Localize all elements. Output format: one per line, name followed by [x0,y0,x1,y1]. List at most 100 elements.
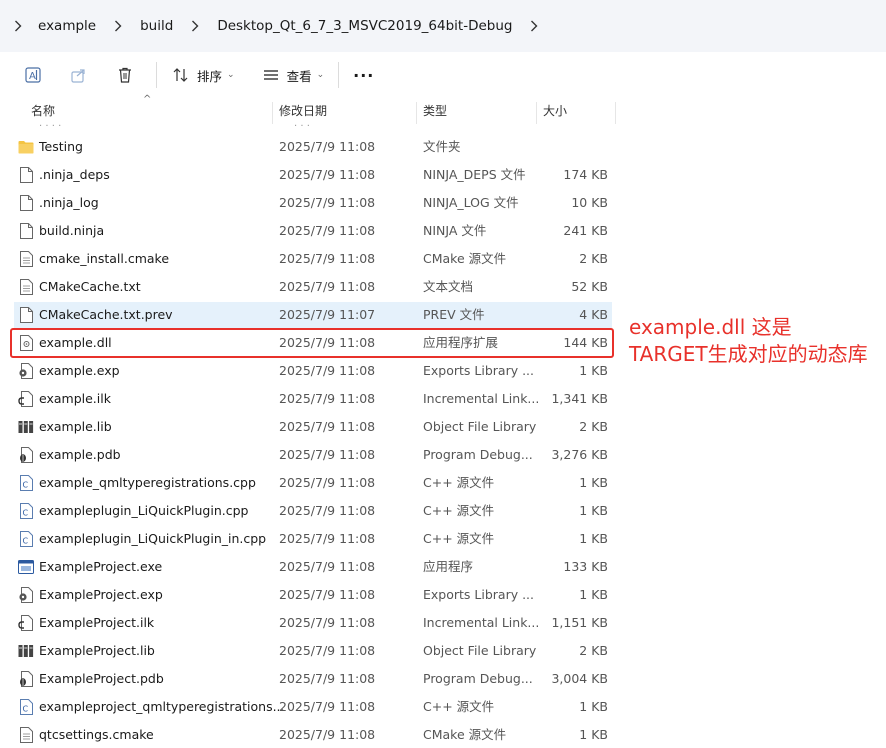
file-row[interactable]: ExampleProject.exp 2025/7/9 11:08 Exports … [14,582,612,608]
file-size: 3,276 KB [551,447,608,462]
rename-icon: A [23,65,43,85]
chevron-down-icon: ⌄ [316,70,325,80]
file-size: 174 KB [563,167,608,182]
file-date: 2025/7/9 11:08 [279,279,376,294]
more-options-button[interactable]: ··· [353,59,374,91]
file-size: 1,151 KB [551,615,608,630]
file-row[interactable]: Cexampleplugin_LiQuickPlugin.cpp 2025/7/9… [14,498,612,524]
command-toolbar: A 排序 ⌄ 查看 ⌄ ··· [0,52,886,98]
exe-icon [18,559,34,575]
breadcrumb-item-example[interactable]: example [34,14,100,38]
debug-file-icon [18,447,34,463]
sort-icon [171,65,191,85]
gear-file-icon [18,363,34,379]
file-name: example.exp [39,363,120,378]
file-name: example.ilk [39,391,111,406]
file-row[interactable]: Cexample_qmltyperegistrations.cpp 2025/7/… [14,470,612,496]
view-list-icon [261,65,281,85]
file-row[interactable]: ExampleProject.lib 2025/7/9 11:08 Object F… [14,638,612,664]
partially-hidden-row: . . . . . . . . [14,119,612,127]
file-size: 1,341 KB [551,391,608,406]
chevron-right-icon[interactable] [191,20,199,32]
file-size: 1 KB [579,363,608,378]
file-type: CMake 源文件 [423,727,507,742]
file-date: 2025/7/9 11:08 [279,447,376,462]
link-file-icon [18,391,34,407]
breadcrumb: example build Desktop_Qt_6_7_3_MSVC2019_… [0,0,886,53]
file-name: example.pdb [39,447,121,462]
file-size: 52 KB [571,279,608,294]
file-row[interactable]: CMakeCache.txt 2025/7/9 11:08 文本文档 52 KB [14,274,612,300]
view-button[interactable]: 查看 ⌄ [261,59,325,91]
file-date: 2025/7/9 11:07 [279,307,376,322]
file-row[interactable]: example.pdb 2025/7/9 11:08 Program Debug..… [14,442,612,468]
file-name: Testing [39,139,83,154]
folder-icon [18,139,34,155]
file-icon [18,195,34,211]
file-type: 应用程序 [423,559,474,574]
file-icon [18,167,34,183]
file-row[interactable]: .ninja_deps 2025/7/9 11:08 NINJA_DEPS 文件 17… [14,162,612,188]
file-name: build.ninja [39,223,105,238]
file-size: 4 KB [579,307,608,322]
file-name: cmake_install.cmake [39,251,170,266]
chevron-right-icon[interactable] [530,20,538,32]
file-row[interactable]: .ninja_log 2025/7/9 11:08 NINJA_LOG 文件 10 K… [14,190,612,216]
file-row[interactable]: qtcsettings.cmake 2025/7/9 11:08 CMake 源文件… [14,722,612,748]
file-date: 2025/7/9 11:08 [279,587,376,602]
file-date: 2025/7/9 11:08 [279,699,376,714]
text-file-icon [18,727,34,743]
file-date: 2025/7/9 11:08 [279,531,376,546]
svg-text:C: C [22,481,28,490]
text-file-icon [18,279,34,295]
cpp-file-icon: C [18,531,34,547]
cpp-file-icon: C [18,503,34,519]
breadcrumb-item-current-folder[interactable]: Desktop_Qt_6_7_3_MSVC2019_64bit-Debug [213,14,516,38]
file-row[interactable]: cmake_install.cmake 2025/7/9 11:08 CMake 源… [14,246,612,272]
file-row[interactable]: Testing 2025/7/9 11:08 文件夹 [14,134,612,160]
file-name: example.lib [39,419,112,434]
highlight-box [10,328,614,358]
file-row[interactable]: ExampleProject.ilk 2025/7/9 11:08 Incremen… [14,610,612,636]
column-divider[interactable] [615,102,616,124]
file-row[interactable]: CMakeCache.txt.prev 2025/7/9 11:07 PREV 文件… [14,302,612,328]
file-name: .ninja_log [39,195,99,210]
delete-button[interactable] [114,59,136,91]
file-row[interactable]: Cexampleplugin_LiQuickPlugin_in.cpp 2025/… [14,526,612,552]
sort-button[interactable]: 排序 ⌄ [171,59,235,91]
file-date: 2025/7/9 11:08 [279,419,376,434]
chevron-right-icon[interactable] [114,20,122,32]
file-row[interactable]: ExampleProject.pdb 2025/7/9 11:08 Program … [14,666,612,692]
file-name: ExampleProject.exe [39,559,163,574]
file-name: example_qmltyperegistrations.cpp [39,475,256,490]
file-name: ExampleProject.ilk [39,615,155,630]
file-row[interactable]: Cexampleproject_qmltyperegistrations... 2… [14,694,612,720]
file-date: 2025/7/9 11:08 [279,671,376,686]
svg-text:. . . .: . . . . [39,123,61,127]
cpp-file-icon: C [18,475,34,491]
file-type: PREV 文件 [423,307,485,322]
file-row[interactable]: ExampleProject.exe 2025/7/9 11:08 应用程序 133 … [14,554,612,580]
file-row[interactable]: build.ninja 2025/7/9 11:08 NINJA 文件 241 KB [14,218,612,244]
file-name: CMakeCache.txt.prev [39,307,173,322]
svg-text:A: A [29,71,36,82]
share-button[interactable] [68,59,90,91]
breadcrumb-item-build[interactable]: build [136,14,177,38]
file-row[interactable]: example.exp 2025/7/9 11:08 Exports Library… [14,358,612,384]
chevron-right-icon[interactable] [14,20,22,32]
file-date: 2025/7/9 11:08 [279,643,376,658]
rename-button[interactable]: A [22,59,44,91]
file-row[interactable]: example.lib 2025/7/9 11:08 Object File Lib… [14,414,612,440]
file-type: Exports Library ... [423,363,535,378]
svg-text:C: C [22,705,28,714]
file-date: 2025/7/9 11:08 [279,615,376,630]
file-row[interactable]: example.ilk 2025/7/9 11:08 Incremental Lin… [14,386,612,412]
file-size: 1 KB [579,587,608,602]
file-type: Object File Library [423,643,537,658]
file-type: NINJA_DEPS 文件 [423,167,526,182]
file-name: qtcsettings.cmake [39,727,154,742]
link-file-icon [18,615,34,631]
file-size: 1 KB [579,727,608,742]
file-date: 2025/7/9 11:08 [279,167,376,182]
file-type: Object File Library [423,419,537,434]
